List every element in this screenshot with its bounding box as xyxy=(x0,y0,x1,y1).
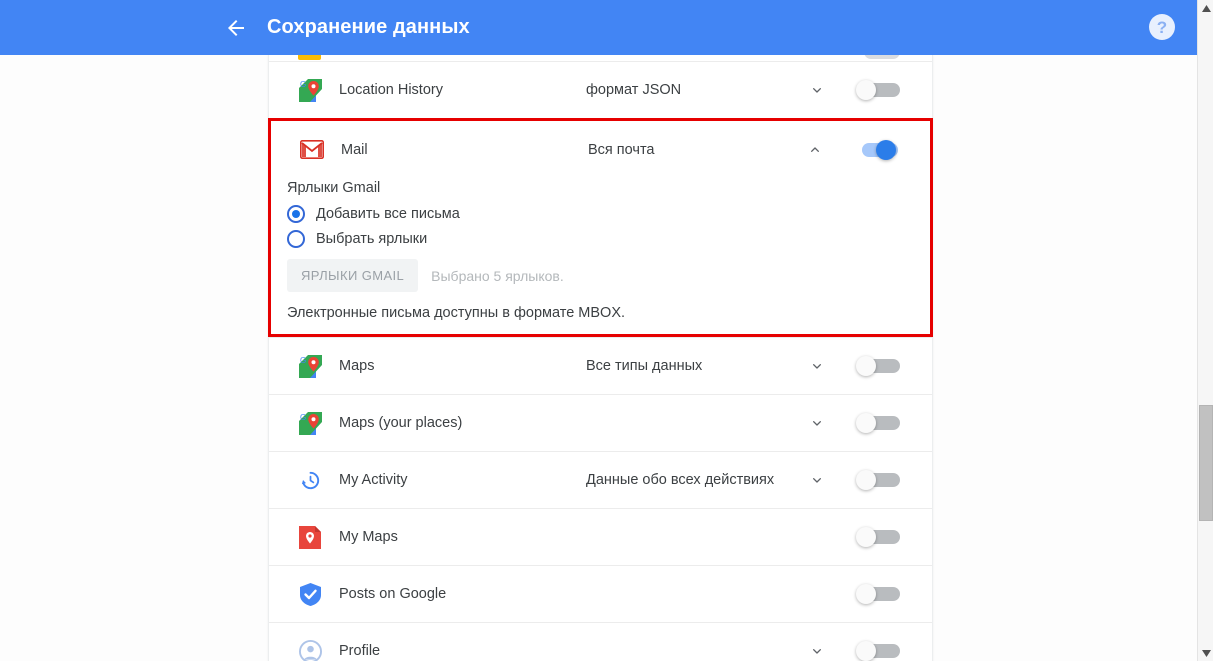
service-row-my-activity[interactable]: My Activity Данные обо всех действиях xyxy=(269,451,932,508)
radio-option-all-mail[interactable]: Добавить все письма xyxy=(287,201,930,226)
vertical-scrollbar[interactable] xyxy=(1197,0,1213,661)
service-label: Posts on Google xyxy=(339,586,447,602)
toggle-knob xyxy=(856,641,876,661)
service-value: Данные обо всех действиях xyxy=(586,472,775,488)
scrollbar-thumb[interactable] xyxy=(1199,405,1213,521)
partial-toggle[interactable] xyxy=(864,55,900,59)
services-card: G Location History формат JSON Mail Вся … xyxy=(268,55,933,661)
radio-option-select-labels[interactable]: Выбрать ярлыки xyxy=(287,226,930,251)
svg-text:G: G xyxy=(300,356,306,365)
service-label: Profile xyxy=(339,643,381,659)
gmail-icon xyxy=(300,138,324,162)
gmail-labels-button[interactable]: ЯРЛЫКИ GMAIL xyxy=(287,259,419,292)
radio-icon xyxy=(287,229,305,248)
service-toggle[interactable] xyxy=(856,584,900,604)
chevron-down-icon[interactable] xyxy=(807,470,827,490)
toggle-knob xyxy=(856,470,876,490)
radio-icon xyxy=(287,204,305,223)
service-label: Location History xyxy=(339,82,443,98)
mail-toggle[interactable] xyxy=(854,139,898,160)
page-body: G Location History формат JSON Mail Вся … xyxy=(0,55,1197,661)
chevron-down-icon[interactable] xyxy=(807,80,827,100)
my-maps-icon xyxy=(298,525,322,549)
svg-text:G: G xyxy=(300,413,306,422)
google-maps-icon: G xyxy=(298,411,322,435)
service-row-maps-your-places[interactable]: G Maps (your places) xyxy=(269,394,932,451)
app-header: Сохранение данных ? xyxy=(0,0,1197,55)
labels-selected-count: Выбрано 5 ярлыков. xyxy=(431,267,564,284)
service-row-my-maps[interactable]: My Maps xyxy=(269,508,932,565)
chevron-up-icon[interactable] xyxy=(805,140,825,160)
chevron-down-icon[interactable] xyxy=(807,356,827,376)
service-row-profile[interactable]: Profile xyxy=(269,622,932,661)
toggle-knob xyxy=(856,356,876,376)
labels-selector-row: ЯРЛЫКИ GMAIL Выбрано 5 ярлыков. xyxy=(287,259,930,292)
service-label: Mail xyxy=(341,141,368,158)
service-value: Вся почта xyxy=(588,141,655,158)
scroll-down-button[interactable] xyxy=(1198,645,1213,661)
service-toggle[interactable] xyxy=(856,356,900,376)
google-maps-icon: G xyxy=(298,78,322,102)
mail-options-panel: Ярлыки Gmail Добавить все письма Выбрать… xyxy=(271,178,930,334)
service-row-posts-on-google[interactable]: Posts on Google xyxy=(269,565,932,622)
radio-label: Добавить все письма xyxy=(316,205,460,222)
service-row-maps[interactable]: G Maps Все типы данных xyxy=(269,337,932,394)
svg-text:G: G xyxy=(300,80,306,89)
page-title: Сохранение данных xyxy=(267,16,470,38)
service-value: Все типы данных xyxy=(586,358,703,374)
chevron-down-icon[interactable] xyxy=(807,413,827,433)
mail-section-highlight: Mail Вся почта Ярлыки Gmail Добавить все… xyxy=(268,118,933,337)
toggle-knob xyxy=(856,527,876,547)
toggle-knob xyxy=(856,80,876,100)
history-clock-icon xyxy=(298,468,322,492)
shield-check-icon xyxy=(298,582,322,606)
help-button[interactable]: ? xyxy=(1145,10,1179,44)
triangle-down-icon xyxy=(1201,644,1211,662)
chevron-down-icon[interactable] xyxy=(807,641,827,661)
gmail-labels-heading: Ярлыки Gmail xyxy=(287,180,381,196)
service-toggle[interactable] xyxy=(856,413,900,433)
toggle-knob xyxy=(856,584,876,604)
keep-icon xyxy=(298,55,321,60)
mbox-format-note: Электронные письма доступны в формате MB… xyxy=(287,305,626,321)
arrow-left-icon xyxy=(224,16,248,40)
service-toggle[interactable] xyxy=(856,470,900,490)
service-toggle[interactable] xyxy=(856,527,900,547)
toggle-knob xyxy=(856,413,876,433)
service-label: Maps xyxy=(339,358,375,374)
toggle-knob xyxy=(876,139,896,160)
back-button[interactable] xyxy=(216,8,256,48)
triangle-up-icon xyxy=(1201,0,1211,17)
google-maps-icon: G xyxy=(298,354,322,378)
service-toggle[interactable] xyxy=(856,80,900,100)
service-row-location-history[interactable]: G Location History формат JSON xyxy=(269,61,932,118)
service-label: My Activity xyxy=(339,472,408,488)
service-label: Maps (your places) xyxy=(339,415,463,431)
service-row-mail[interactable]: Mail Вся почта xyxy=(271,121,930,178)
scroll-up-button[interactable] xyxy=(1198,0,1213,16)
profile-person-icon xyxy=(298,639,322,661)
service-value: формат JSON xyxy=(586,82,682,98)
radio-label: Выбрать ярлыки xyxy=(316,230,428,247)
help-icon: ? xyxy=(1149,14,1175,40)
service-toggle[interactable] xyxy=(856,641,900,661)
service-label: My Maps xyxy=(339,529,398,545)
